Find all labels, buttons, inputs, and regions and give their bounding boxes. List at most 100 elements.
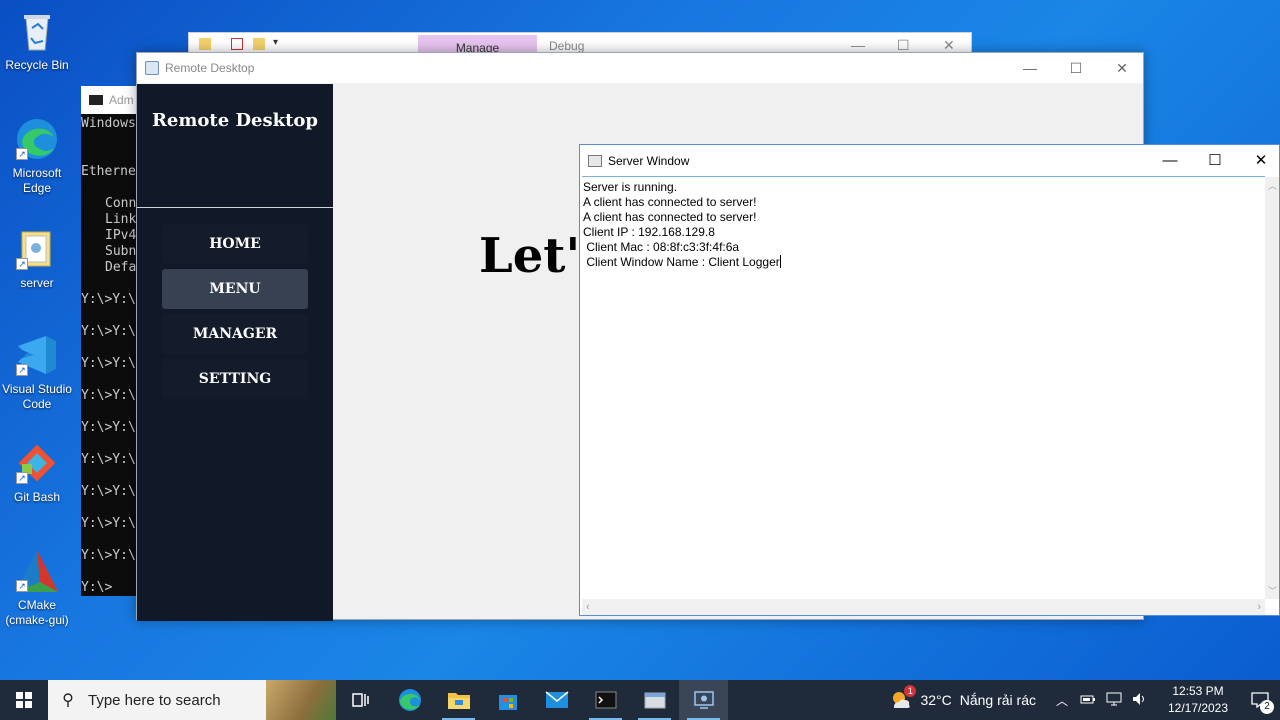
sidebar: Remote Desktop HOME MENU MANAGER SETTING: [137, 84, 333, 621]
clock-date: 12/17/2023: [1167, 701, 1229, 715]
text-caret: [779, 255, 781, 268]
nav-setting[interactable]: SETTING: [162, 359, 308, 399]
console-line: Subn: [105, 244, 137, 259]
scroll-down-icon[interactable]: ﹀: [1268, 584, 1277, 597]
chevron-up-icon[interactable]: ︿: [1056, 692, 1068, 709]
desktop-icon-edge[interactable]: ↗ Microsoft Edge: [2, 116, 72, 196]
notification-center-button[interactable]: 2: [1240, 680, 1280, 720]
notification-count-badge: 2: [1260, 700, 1274, 714]
console-line: Link: [105, 212, 137, 227]
log-line: Client Window Name : Client Logger: [583, 255, 780, 269]
nav-manager[interactable]: MANAGER: [162, 314, 308, 354]
network-icon[interactable]: [1106, 692, 1122, 709]
vertical-scrollbar[interactable]: ︿ ﹀: [1265, 177, 1279, 599]
taskbar-mail[interactable]: [532, 680, 581, 720]
console-titlebar: Adm: [81, 86, 141, 114]
folder-icon: ↗: [14, 226, 60, 272]
cmake-icon: ↗: [14, 548, 60, 594]
windows-icon: [16, 692, 32, 708]
console-line: Defa: [105, 260, 137, 275]
taskbar-file-explorer[interactable]: [434, 680, 483, 720]
console-prompt: Y:\>: [81, 580, 113, 595]
desktop-icon-recycle-bin[interactable]: Recycle Bin: [2, 8, 72, 73]
desktop-icon-label: Visual Studio Code: [2, 382, 72, 411]
weather-icon[interactable]: 1: [888, 685, 917, 713]
task-view-button[interactable]: [336, 680, 385, 720]
console-line: Windows: [81, 116, 136, 131]
taskbar-store[interactable]: [483, 680, 532, 720]
maximize-icon[interactable]: ☐: [1192, 145, 1238, 176]
desktop-icon-label: Git Bash: [13, 490, 61, 504]
battery-icon[interactable]: [1080, 692, 1096, 708]
taskbar-remote-desktop[interactable]: [679, 680, 728, 720]
desktop-icon-vscode[interactable]: ↗ Visual Studio Code: [2, 332, 72, 412]
nav-home[interactable]: HOME: [162, 224, 308, 264]
system-tray: 1 32°C Nắng rải rác ︿ 12:53 PM 12/17/202…: [888, 680, 1280, 720]
server-window[interactable]: Server Window — ☐ ✕ Server is running. A…: [579, 144, 1280, 616]
console-line: Y:\>Y:\: [81, 292, 136, 307]
git-bash-icon: ↗: [14, 440, 60, 486]
brand-title: Remote Desktop: [137, 84, 333, 208]
vscode-icon: ↗: [14, 332, 60, 378]
chevron-down-icon[interactable]: ▾: [273, 37, 278, 48]
console-line: Y:\>Y:\: [81, 484, 136, 499]
taskbar-clock[interactable]: 12:53 PM 12/17/2023: [1156, 683, 1240, 717]
nav-menu[interactable]: MENU: [162, 269, 308, 309]
window-title: Server Window: [608, 153, 690, 168]
desktop-icon-cmake[interactable]: ↗ CMake (cmake-gui): [2, 548, 72, 628]
close-icon[interactable]: ✕: [1238, 145, 1280, 176]
taskbar: ⚲ Type here to search 1 32°C Nắng rải rá…: [0, 680, 1280, 720]
remote-desktop-icon: [693, 691, 714, 709]
console-line: Y:\>Y:\: [81, 548, 136, 563]
console-icon: [89, 95, 103, 105]
recycle-bin-icon: [14, 8, 60, 54]
window-title: Remote Desktop: [165, 61, 255, 75]
window-app-icon: [588, 154, 602, 167]
server-log-textarea[interactable]: Server is running. A client has connecte…: [582, 176, 1265, 599]
console-line: Y:\>Y:\: [81, 356, 136, 371]
console-window[interactable]: Adm Windows Etherne Conn Link IPv4 Subn …: [81, 86, 141, 596]
scroll-right-icon[interactable]: ›: [1257, 601, 1261, 613]
tab-debug[interactable]: Debug: [549, 39, 584, 53]
taskbar-search[interactable]: ⚲ Type here to search: [48, 680, 336, 720]
console-line: Y:\>Y:\: [81, 516, 136, 531]
console-line: Y:\>Y:\: [81, 324, 136, 339]
minimize-icon[interactable]: —: [1007, 53, 1053, 83]
weather-temperature[interactable]: 32°C: [920, 692, 951, 708]
log-line: Client IP : 192.168.129.8: [583, 225, 715, 239]
scroll-up-icon[interactable]: ︿: [1268, 179, 1277, 192]
console-line: Y:\>Y:\: [81, 452, 136, 467]
console-line: Conn: [105, 196, 137, 211]
taskbar-edge[interactable]: [385, 680, 434, 720]
horizontal-scrollbar[interactable]: ‹ ›: [582, 599, 1265, 615]
volume-icon[interactable]: [1132, 692, 1148, 709]
desktop-icon-server[interactable]: ↗ server: [2, 226, 72, 291]
desktop-icon-git-bash[interactable]: ↗ Git Bash: [2, 440, 72, 505]
edge-icon: ↗: [14, 116, 60, 162]
weather-description[interactable]: Nắng rải rác: [960, 692, 1036, 708]
clock-time: 12:53 PM: [1172, 684, 1224, 698]
store-icon: [498, 695, 517, 710]
task-view-icon: [351, 693, 369, 707]
maximize-icon[interactable]: ☐: [1053, 53, 1099, 83]
log-line: A client has connected to server!: [583, 210, 757, 224]
desktop-icon-label: Recycle Bin: [5, 58, 69, 72]
weather-badge: 1: [904, 685, 917, 697]
folder-icon: [199, 38, 211, 50]
minimize-icon[interactable]: —: [851, 37, 865, 53]
taskbar-server-window[interactable]: [630, 680, 679, 720]
mail-icon: [545, 691, 568, 708]
minimize-icon[interactable]: —: [1147, 145, 1193, 176]
console-line: Etherne: [81, 164, 136, 179]
new-folder-icon: [253, 38, 265, 50]
close-icon[interactable]: ✕: [1099, 53, 1145, 83]
scroll-left-icon[interactable]: ‹: [586, 601, 590, 613]
desktop-icon-label: CMake (cmake-gui): [5, 598, 69, 627]
log-line: A client has connected to server!: [583, 195, 757, 209]
taskbar-terminal[interactable]: [581, 680, 630, 720]
application-window-icon: [644, 692, 665, 709]
console-line: Y:\>Y:\: [81, 420, 136, 435]
start-button[interactable]: [0, 680, 48, 720]
log-line: Client Mac : 08:8f:c3:3f:4f:6a: [583, 240, 740, 254]
log-line-last: Client Window Name : Client Logger: [583, 255, 1264, 270]
